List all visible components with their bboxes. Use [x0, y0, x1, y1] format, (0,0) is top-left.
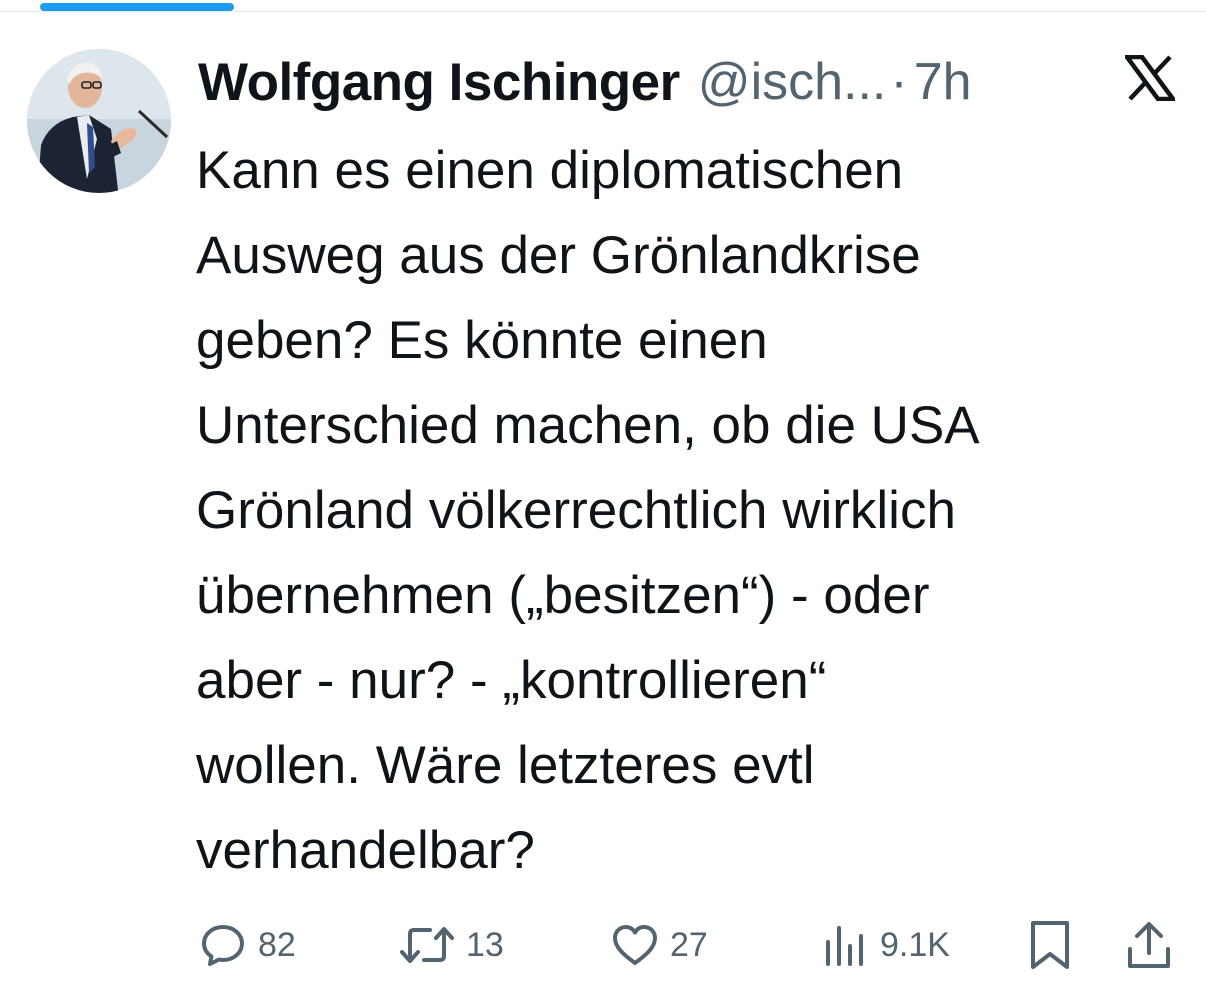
avatar[interactable]: [27, 49, 171, 193]
like-button[interactable]: 27: [610, 915, 708, 975]
reply-icon: [202, 925, 244, 966]
tweet-text-line: wollen. Wäre letzteres evtl: [196, 736, 815, 795]
tweet-text-line: Unterschied machen, ob die USA: [196, 396, 980, 455]
tweet-text: Kann es einen diplomatischen Ausweg aus …: [196, 128, 1186, 893]
x-logo-icon: [1125, 55, 1175, 101]
author-handle[interactable]: @isch...: [698, 52, 887, 112]
action-bar: 82 13 27 9.1K: [0, 915, 1206, 975]
top-divider: [0, 11, 1206, 12]
repost-button[interactable]: 13: [398, 915, 504, 975]
tweet-text-line: Ausweg aus der Grönlandkrise: [196, 226, 921, 285]
like-count: 27: [670, 925, 708, 964]
views-icon: [826, 926, 863, 966]
bookmark-button[interactable]: [1027, 915, 1073, 975]
tweet-text-line: Kann es einen diplomatischen: [196, 141, 904, 200]
bookmark-icon: [1031, 921, 1069, 969]
tweet-text-line: verhandelbar?: [196, 821, 535, 880]
tweet-text-line: aber - nur? - „kontrollieren“: [196, 651, 827, 710]
share-button[interactable]: [1124, 915, 1174, 975]
separator-dot: ·: [890, 53, 908, 111]
tweet-text-line: geben? Es könnte einen: [196, 311, 768, 370]
post-timestamp[interactable]: 7h: [914, 52, 972, 112]
reply-button[interactable]: 82: [198, 915, 296, 975]
tweet-text-line: Grönland völkerrechtlich wirklich: [196, 481, 956, 540]
views-count: 9.1K: [880, 925, 950, 964]
heart-icon: [613, 925, 657, 965]
loading-progress-bar: [40, 3, 234, 11]
tweet-text-line: übernehmen („besitzen“) - oder: [196, 566, 930, 625]
reply-count: 82: [258, 925, 296, 964]
views-button[interactable]: 9.1K: [820, 915, 950, 975]
author-name[interactable]: Wolfgang Ischinger: [198, 52, 680, 113]
tweet-header: Wolfgang Ischinger @isch... · 7h: [198, 42, 972, 122]
repost-count: 13: [466, 925, 504, 964]
repost-icon: [400, 927, 454, 963]
share-icon: [1128, 922, 1170, 968]
